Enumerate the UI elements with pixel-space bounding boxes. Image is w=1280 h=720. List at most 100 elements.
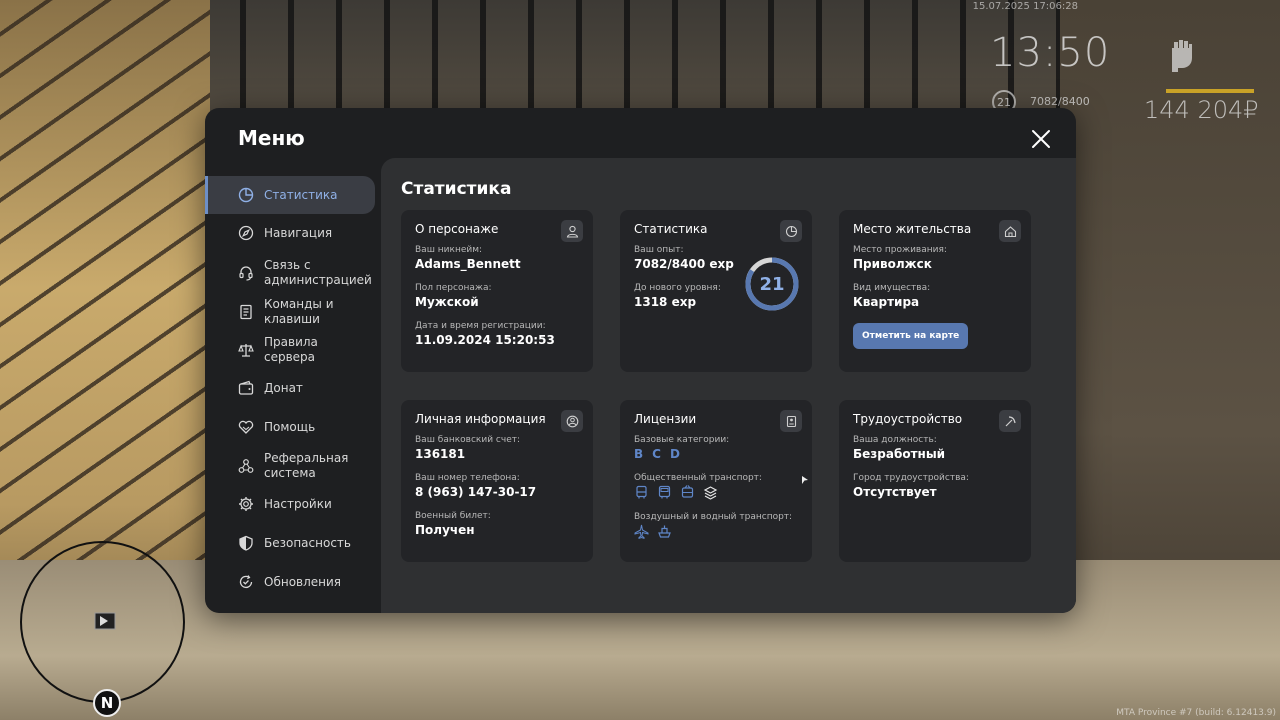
sidebar-item-updates[interactable]: Обновления bbox=[205, 563, 375, 601]
air-water-transport-label: Воздушный и водный транспорт: bbox=[634, 512, 793, 522]
phone-value: 8 (963) 147-30-17 bbox=[415, 485, 537, 499]
nickname-label: Ваш никнейм: bbox=[415, 245, 483, 255]
card-personal-info: Личная информация Ваш банковский счет: 1… bbox=[401, 400, 593, 562]
refresh-check-icon bbox=[239, 575, 253, 588]
position-value: Безработный bbox=[853, 447, 946, 461]
trolleybus-icon bbox=[681, 485, 694, 498]
network-icon bbox=[238, 459, 254, 473]
property-label: Вид имущества: bbox=[853, 283, 931, 293]
hud-money-bar bbox=[1166, 89, 1254, 93]
card-stats: Статистика Ваш опыт: 7082/8400 exp До но… bbox=[620, 210, 812, 372]
registration-label: Дата и время регистрации: bbox=[415, 321, 546, 331]
sidebar-item-commands[interactable]: Команды и клавиши bbox=[205, 293, 375, 331]
sidebar-item-label: Реферальная система bbox=[264, 451, 349, 480]
scales-icon bbox=[238, 344, 254, 357]
home-icon bbox=[1004, 225, 1016, 237]
military-label: Военный билет: bbox=[415, 511, 491, 521]
airplane-icon bbox=[634, 524, 649, 539]
sidebar-item-label: Команды и клавиши bbox=[264, 297, 334, 326]
content-panel: Статистика О персонаже Ваш никнейм: Adam… bbox=[381, 158, 1076, 613]
card-icon-button bbox=[780, 410, 802, 432]
sidebar-item-referral[interactable]: Реферальная система bbox=[205, 447, 375, 485]
hud-datetime: 15.07.2025 17:06:28 bbox=[972, 1, 1078, 12]
gender-label: Пол персонажа: bbox=[415, 283, 492, 293]
card-icon-button bbox=[561, 220, 583, 242]
sidebar-item-label: Донат bbox=[264, 380, 303, 395]
bus-icon bbox=[636, 485, 647, 499]
boat-icon bbox=[658, 525, 671, 538]
basic-categories-label: Базовые категории: bbox=[634, 435, 730, 445]
compass-north: N bbox=[93, 689, 121, 717]
sidebar-item-label: Настройки bbox=[264, 496, 332, 511]
card-title: Трудоустройство bbox=[853, 412, 963, 426]
card-title: Статистика bbox=[634, 222, 708, 236]
gender-value: Мужской bbox=[415, 295, 479, 309]
work-city-label: Город трудоустройства: bbox=[853, 473, 969, 483]
headset-icon bbox=[239, 266, 253, 281]
close-icon[interactable] bbox=[1030, 128, 1052, 150]
id-card-icon bbox=[786, 415, 796, 427]
sidebar-item-help[interactable]: Помощь bbox=[205, 408, 375, 446]
registration-value: 11.09.2024 15:20:53 bbox=[415, 333, 555, 347]
user-icon bbox=[566, 225, 578, 238]
hud-clock: 13:50 bbox=[990, 30, 1111, 76]
handshake-heart-icon bbox=[238, 420, 254, 434]
air-water-transport-icons bbox=[634, 524, 798, 539]
property-value: Квартира bbox=[853, 295, 920, 309]
card-title: Лицензии bbox=[634, 412, 697, 426]
sidebar-item-label: Правила сервера bbox=[264, 335, 318, 364]
phone-label: Ваш номер телефона: bbox=[415, 473, 520, 483]
card-employment: Трудоустройство Ваша должность: Безработ… bbox=[839, 400, 1031, 562]
fist-icon bbox=[1172, 40, 1192, 72]
license-category-b: B bbox=[634, 447, 644, 461]
military-value: Получен bbox=[415, 523, 475, 537]
hud-build-info: MTA Province #7 (build: 6.12413.9) bbox=[1116, 708, 1276, 718]
nickname-value: Adams_Bennett bbox=[415, 257, 521, 271]
sidebar: Статистика Навигация Связь с администрац… bbox=[205, 176, 381, 613]
sidebar-item-label: Безопасность bbox=[264, 535, 351, 550]
card-licenses: Лицензии Базовые категории: B C D Общест… bbox=[620, 400, 812, 562]
compass-icon bbox=[238, 225, 254, 241]
card-icon-button bbox=[561, 410, 583, 432]
sidebar-item-rules[interactable]: Правила сервера bbox=[205, 331, 375, 369]
gear-icon bbox=[239, 497, 253, 511]
mouse-cursor-icon bbox=[802, 476, 808, 484]
player-marker-icon bbox=[94, 612, 116, 630]
hud-exp: 7082/8400 bbox=[1030, 95, 1090, 108]
pie-chart-icon bbox=[785, 225, 797, 237]
mark-on-map-button[interactable]: Отметить на карте bbox=[853, 323, 969, 349]
card-icon-button bbox=[780, 220, 802, 242]
pie-chart-icon bbox=[238, 187, 254, 203]
exp-label: Ваш опыт: bbox=[634, 245, 684, 255]
sidebar-item-label: Обновления bbox=[264, 574, 342, 589]
pickaxe-icon bbox=[1005, 415, 1016, 426]
hud-money: 144 204₽ bbox=[1144, 96, 1259, 124]
card-residence: Место жительства Место проживания: Приво… bbox=[839, 210, 1031, 372]
bank-label: Ваш банковский счет: bbox=[415, 435, 521, 445]
document-icon bbox=[240, 304, 252, 320]
public-transport-icons bbox=[634, 485, 798, 500]
city-value: Приволжск bbox=[853, 257, 932, 271]
sidebar-item-settings[interactable]: Настройки bbox=[205, 485, 375, 523]
sidebar-item-label: Статистика bbox=[264, 187, 338, 202]
menu-title: Меню bbox=[238, 126, 305, 150]
sidebar-item-navigation[interactable]: Навигация bbox=[205, 214, 375, 252]
sidebar-item-security[interactable]: Безопасность bbox=[205, 524, 375, 562]
sidebar-item-label: Навигация bbox=[264, 225, 333, 240]
card-icon-button bbox=[999, 410, 1021, 432]
sidebar-item-statistics[interactable]: Статистика bbox=[205, 176, 375, 214]
sidebar-item-donate[interactable]: Донат bbox=[205, 369, 375, 407]
card-title: О персонаже bbox=[415, 222, 499, 236]
user-circle-icon bbox=[566, 415, 578, 427]
card-character: О персонаже Ваш никнейм: Adams_Bennett П… bbox=[401, 210, 593, 372]
sidebar-item-label: Связь с администрацией bbox=[264, 258, 372, 287]
public-transport-label: Общественный транспорт: bbox=[634, 473, 762, 483]
card-title: Личная информация bbox=[415, 412, 546, 426]
sidebar-item-label: Помощь bbox=[264, 419, 316, 434]
content-title: Статистика bbox=[401, 179, 512, 199]
coach-icon bbox=[658, 485, 671, 499]
sidebar-item-admin-contact[interactable]: Связь с администрацией bbox=[205, 254, 375, 292]
level-value: 21 bbox=[759, 273, 785, 295]
position-label: Ваша должность: bbox=[853, 435, 937, 445]
shield-icon bbox=[239, 535, 253, 551]
